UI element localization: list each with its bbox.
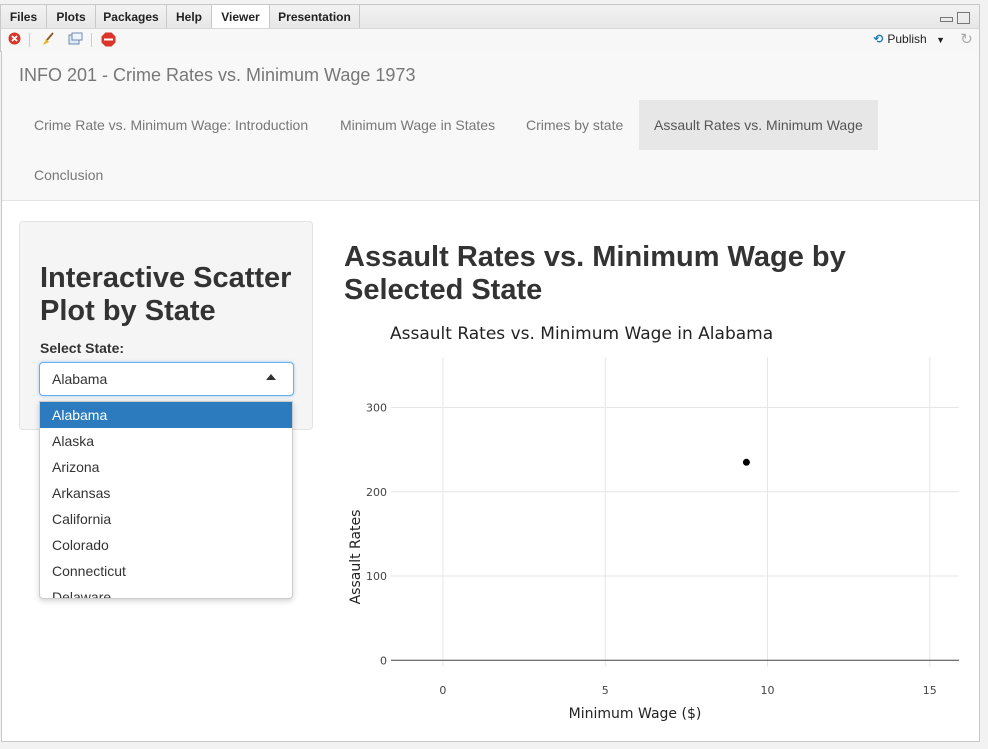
main-title: Assault Rates vs. Minimum Wage by Select…: [344, 241, 846, 306]
tab-help[interactable]: Help: [167, 5, 212, 29]
option-arkansas[interactable]: Arkansas: [40, 480, 292, 506]
sidebar-title: Interactive Scatter Plot by State: [40, 262, 292, 327]
stop-icon[interactable]: [101, 32, 116, 47]
pane-tabbar: Files Plots Packages Help Viewer Present…: [0, 4, 980, 29]
scatter-plot-svg: Assault Rates vs. Minimum Wage in Alabam…: [348, 324, 959, 722]
toolbar-divider: [29, 33, 30, 47]
tab-packages[interactable]: Packages: [96, 5, 167, 29]
y-tick-label: 300: [366, 402, 387, 415]
caret-up-icon: [266, 374, 276, 380]
minimize-pane-icon[interactable]: [940, 17, 953, 22]
option-alabama[interactable]: Alabama: [40, 402, 292, 428]
publish-label: Publish: [887, 32, 927, 46]
x-tick-label: 15: [923, 684, 937, 697]
select-state-label: Select State:: [40, 340, 125, 356]
refresh-icon[interactable]: ↻: [959, 32, 974, 47]
tab-plots[interactable]: Plots: [47, 5, 96, 29]
nav-crimes-by-state[interactable]: Crimes by state: [511, 100, 638, 150]
option-delaware[interactable]: Delaware: [40, 584, 292, 598]
y-tick-label: 200: [366, 486, 387, 499]
y-tick-label: 100: [366, 570, 387, 583]
nav-introduction[interactable]: Crime Rate vs. Minimum Wage: Introductio…: [19, 100, 323, 150]
x-axis-label: Minimum Wage ($): [569, 706, 702, 722]
y-axis-label: Assault Rates: [348, 510, 364, 605]
option-connecticut[interactable]: Connecticut: [40, 558, 292, 584]
tab-files[interactable]: Files: [1, 5, 47, 29]
scatter-plot: Assault Rates vs. Minimum Wage in Alabam…: [344, 319, 964, 734]
option-arizona[interactable]: Arizona: [40, 454, 292, 480]
y-tick-label: 0: [380, 654, 387, 667]
sidebar-panel: Interactive Scatter Plot by State Select…: [19, 221, 313, 430]
x-tick-label: 10: [761, 684, 775, 697]
nav-conclusion[interactable]: Conclusion: [19, 150, 118, 200]
export-window-icon[interactable]: [68, 32, 83, 47]
app-brand: INFO 201 - Crime Rates vs. Minimum Wage …: [19, 65, 416, 85]
nav-minimum-wage-states[interactable]: Minimum Wage in States: [325, 100, 510, 150]
chevron-down-icon: ▼: [936, 35, 945, 45]
tab-presentation[interactable]: Presentation: [270, 5, 360, 29]
chart-title: Assault Rates vs. Minimum Wage in Alabam…: [390, 324, 773, 344]
app-navbar: INFO 201 - Crime Rates vs. Minimum Wage …: [2, 51, 979, 201]
nav-assault-rates[interactable]: Assault Rates vs. Minimum Wage: [639, 100, 878, 150]
toolbar-divider: [91, 33, 92, 47]
option-colorado[interactable]: Colorado: [40, 532, 292, 558]
maximize-pane-icon[interactable]: [957, 12, 970, 24]
option-alaska[interactable]: Alaska: [40, 428, 292, 454]
tab-viewer[interactable]: Viewer: [212, 5, 270, 29]
state-select[interactable]: Alabama: [39, 362, 294, 396]
broom-icon[interactable]: [41, 32, 56, 47]
x-tick-label: 0: [439, 684, 446, 697]
publish-button[interactable]: ⟲ Publish ▼: [873, 32, 945, 46]
clear-viewer-icon[interactable]: [7, 32, 22, 47]
plot-area: [391, 357, 959, 667]
publish-icon: ⟲: [873, 32, 884, 46]
state-select-value: Alabama: [52, 371, 108, 387]
viewer-content: INFO 201 - Crime Rates vs. Minimum Wage …: [1, 51, 980, 742]
viewer-toolbar: ⟲ Publish ▼ ↻: [0, 28, 980, 52]
option-california[interactable]: California: [40, 506, 292, 532]
x-tick-label: 5: [602, 684, 609, 697]
data-point: [742, 458, 750, 466]
state-dropdown-list[interactable]: Alabama Alaska Arizona Arkansas Californ…: [39, 401, 293, 599]
